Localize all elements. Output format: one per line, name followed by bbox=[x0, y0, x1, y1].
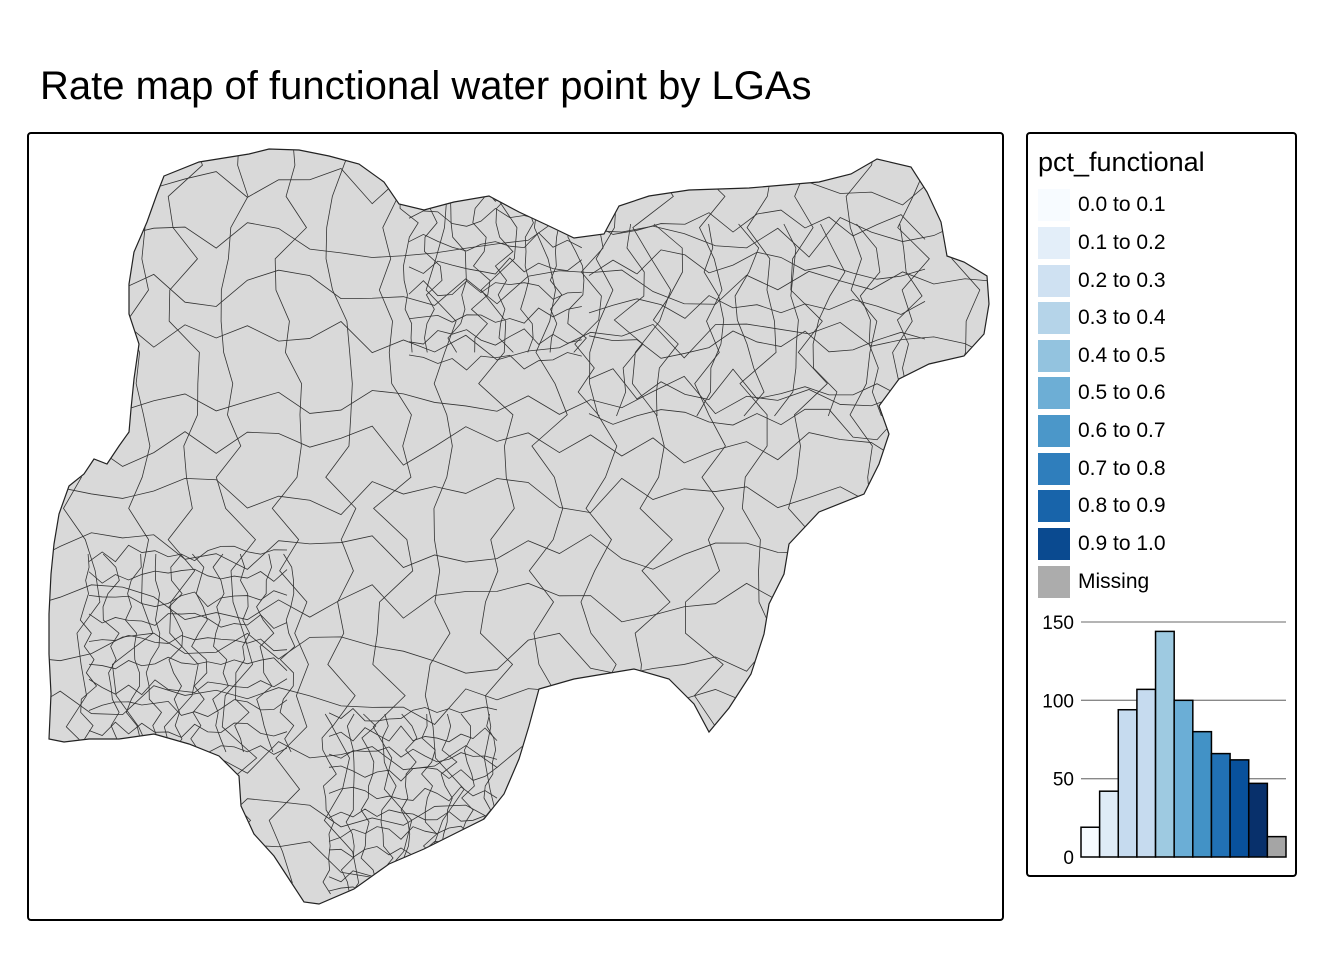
lga-boundary bbox=[946, 149, 986, 904]
histogram-tick-label: 150 bbox=[1042, 613, 1074, 634]
histogram-bar bbox=[1173, 699, 1194, 858]
histogram-tick-label: 0 bbox=[1063, 848, 1074, 864]
histogram-bar bbox=[1154, 630, 1175, 858]
legend-label: 0.6 to 0.7 bbox=[1078, 419, 1166, 442]
legend-label: 0.9 to 1.0 bbox=[1078, 532, 1166, 555]
lga-boundary bbox=[49, 841, 989, 884]
legend-label: 0.3 to 0.4 bbox=[1078, 306, 1166, 329]
legend-swatch bbox=[1038, 265, 1070, 297]
legend-label: Missing bbox=[1078, 570, 1150, 593]
legend-item: 0.4 to 0.5 bbox=[1038, 340, 1288, 372]
legend-item: 0.7 to 0.8 bbox=[1038, 453, 1288, 485]
histogram-bar bbox=[1229, 759, 1250, 858]
histogram-tick-label: 50 bbox=[1053, 770, 1074, 791]
legend-label: 0.5 to 0.6 bbox=[1078, 381, 1166, 404]
legend-swatch bbox=[1038, 377, 1070, 409]
legend-item: 0.2 to 0.3 bbox=[1038, 265, 1288, 297]
legend-item: 0.1 to 0.2 bbox=[1038, 227, 1288, 259]
histogram-bar bbox=[1192, 730, 1213, 858]
legend-item: 0.8 to 0.9 bbox=[1038, 490, 1288, 522]
legend-swatch bbox=[1038, 302, 1070, 334]
legend-swatch bbox=[1038, 453, 1070, 485]
histogram-bar bbox=[1117, 708, 1138, 858]
country-outline bbox=[48, 148, 990, 905]
histogram-bar bbox=[1210, 752, 1231, 858]
histogram-bar bbox=[1266, 835, 1287, 858]
histogram-tick-label: 100 bbox=[1042, 691, 1074, 712]
lga-boundary bbox=[49, 149, 50, 904]
legend-label: 0.1 to 0.2 bbox=[1078, 231, 1166, 254]
legend-swatch bbox=[1038, 528, 1070, 560]
legend-item: 0.5 to 0.6 bbox=[1038, 377, 1288, 409]
legend-label: 0.4 to 0.5 bbox=[1078, 344, 1166, 367]
legend-item: 0.6 to 0.7 bbox=[1038, 415, 1288, 447]
legend-label: 0.8 to 0.9 bbox=[1078, 494, 1166, 517]
histogram-bar bbox=[1080, 826, 1101, 858]
histogram-bar bbox=[1136, 688, 1157, 858]
legend-swatch bbox=[1038, 189, 1070, 221]
histogram-bar bbox=[1247, 782, 1269, 858]
legend-histogram: 0 50 100 150 bbox=[1042, 613, 1287, 864]
legend-label: 0.2 to 0.3 bbox=[1078, 269, 1166, 292]
legend-swatch bbox=[1038, 340, 1070, 372]
legend-swatch bbox=[1038, 566, 1070, 598]
map-title: Rate map of functional water point by LG… bbox=[40, 64, 812, 108]
legend-panel: pct_functional 0.0 to 0.1 0.1 to 0.2 0.2… bbox=[1026, 132, 1297, 877]
legend-item: 0.0 to 0.1 bbox=[1038, 189, 1288, 221]
lga-boundary bbox=[49, 149, 989, 154]
legend-label: 0.0 to 0.1 bbox=[1078, 193, 1166, 216]
nigeria-lga-map bbox=[48, 148, 990, 905]
legend-item: Missing bbox=[1038, 566, 1288, 598]
map-panel bbox=[27, 132, 1004, 921]
legend-label: 0.7 to 0.8 bbox=[1078, 457, 1166, 480]
legend-item: 0.3 to 0.4 bbox=[1038, 302, 1288, 334]
legend-swatch bbox=[1038, 490, 1070, 522]
histogram-bar bbox=[1098, 790, 1120, 858]
lga-boundary bbox=[49, 892, 989, 904]
lga-boundary bbox=[49, 788, 989, 831]
legend-swatch bbox=[1038, 227, 1070, 259]
legend-title: pct_functional bbox=[1038, 147, 1205, 177]
legend-item: 0.9 to 1.0 bbox=[1038, 528, 1288, 560]
legend-swatch bbox=[1038, 415, 1070, 447]
